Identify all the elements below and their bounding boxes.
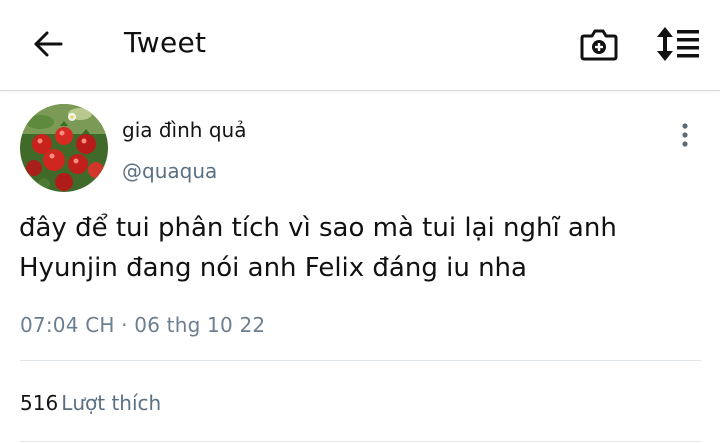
more-vertical-icon <box>682 123 688 147</box>
more-options-button[interactable] <box>668 118 702 152</box>
tweet-timestamp[interactable]: 07:04 CH · 06 thg 10 22 <box>20 311 265 339</box>
divider-bottom <box>20 441 701 442</box>
display-name[interactable]: gia đình quả <box>122 116 246 144</box>
avatar[interactable] <box>20 104 108 192</box>
arrow-left-icon <box>34 31 63 57</box>
strawberries-avatar <box>20 104 108 192</box>
tweet-detail-screen: Tweet gia đình quả @quaqua đây để tui ph… <box>0 0 720 443</box>
likes-link[interactable]: 516 Lượt thích <box>20 388 161 418</box>
likes-count: 516 <box>20 391 59 415</box>
back-button[interactable] <box>26 24 70 64</box>
page-title: Tweet <box>124 26 207 59</box>
tweet-text: đây để tui phân tích vì sao mà tui lại n… <box>19 213 617 283</box>
sort-button[interactable] <box>656 22 702 66</box>
top-app-bar: Tweet <box>0 0 720 91</box>
camera-button[interactable] <box>578 22 620 66</box>
user-handle[interactable]: @quaqua <box>122 157 217 185</box>
likes-label: Lượt thích <box>61 391 162 415</box>
divider <box>20 360 701 361</box>
camera-plus-icon <box>580 29 618 61</box>
sort-list-icon <box>657 27 699 61</box>
